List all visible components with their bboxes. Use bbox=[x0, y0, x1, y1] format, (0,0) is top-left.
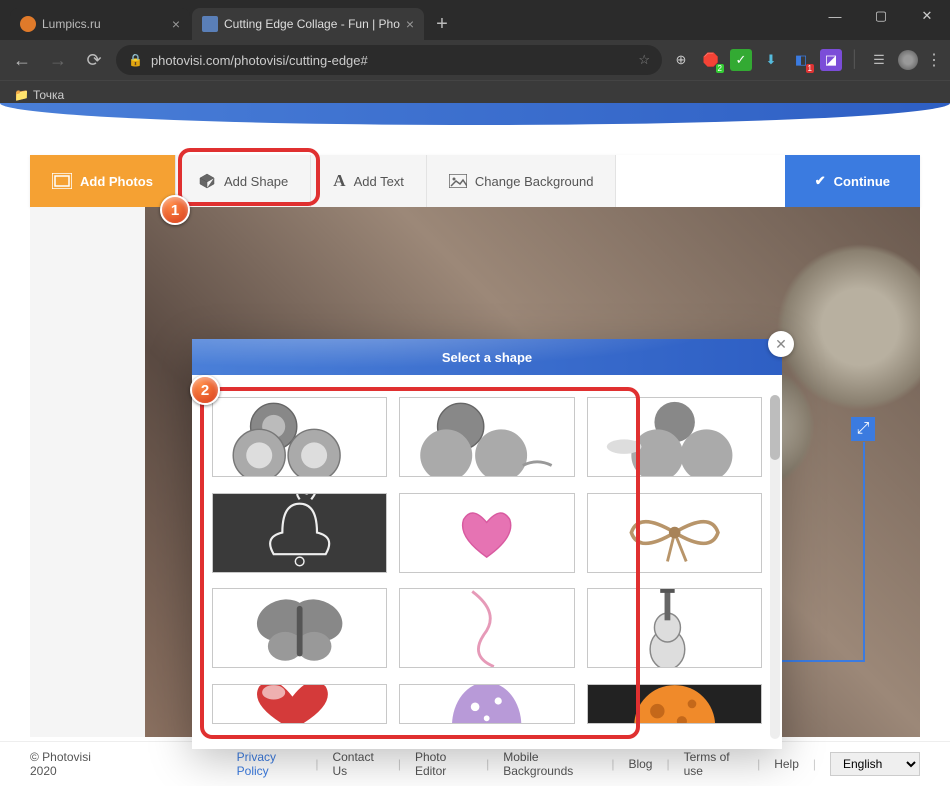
extension-check-icon[interactable]: ✓ bbox=[730, 49, 752, 71]
minimize-button[interactable]: — bbox=[812, 0, 858, 32]
reload-button[interactable]: ⟳ bbox=[80, 50, 108, 71]
shape-swirl[interactable] bbox=[399, 588, 574, 668]
address-bar[interactable]: 🔒 photovisi.com/photovisi/cutting-edge# … bbox=[116, 45, 662, 75]
editor-link[interactable]: Photo Editor bbox=[415, 750, 472, 778]
shape-guitar[interactable] bbox=[587, 588, 762, 668]
photos-icon bbox=[52, 173, 72, 189]
dialog-title: Select a shape bbox=[442, 350, 532, 365]
text-icon: A bbox=[333, 171, 345, 191]
select-shape-dialog: Select a shape bbox=[192, 339, 782, 749]
shape-grid bbox=[212, 397, 762, 727]
bookmark-tochka[interactable]: 📁 Точка bbox=[14, 88, 64, 102]
tab-title: Lumpics.ru bbox=[42, 17, 101, 31]
dialog-header: Select a shape bbox=[192, 339, 782, 375]
add-photos-button[interactable]: Add Photos bbox=[30, 155, 176, 207]
add-text-button[interactable]: A Add Text bbox=[311, 155, 427, 207]
tab-title: Cutting Edge Collage - Fun | Pho bbox=[224, 17, 400, 31]
language-select[interactable]: English bbox=[830, 752, 920, 776]
favicon-icon bbox=[202, 16, 218, 32]
extension-download-icon[interactable]: ⬇ bbox=[760, 49, 782, 71]
button-label: Add Text bbox=[354, 174, 404, 189]
shape-gears-1[interactable] bbox=[212, 397, 387, 477]
button-label: Continue bbox=[834, 174, 890, 189]
continue-button[interactable]: ✔ Continue bbox=[785, 155, 920, 207]
favicon-icon bbox=[20, 16, 36, 32]
privacy-link[interactable]: Privacy Policy bbox=[237, 750, 302, 778]
button-label: Add Shape bbox=[224, 174, 288, 189]
shape-egg[interactable] bbox=[399, 684, 574, 724]
shape-bow[interactable] bbox=[587, 493, 762, 573]
back-button[interactable]: ← bbox=[8, 50, 36, 71]
shape-gears-3[interactable] bbox=[587, 397, 762, 477]
button-label: Add Photos bbox=[80, 174, 153, 189]
shape-gears-2[interactable] bbox=[399, 397, 574, 477]
profile-avatar[interactable] bbox=[898, 50, 918, 70]
star-icon[interactable]: ☆ bbox=[638, 52, 650, 68]
header-wave bbox=[0, 103, 950, 125]
change-background-button[interactable]: Change Background bbox=[427, 155, 617, 207]
scrollbar-thumb[interactable] bbox=[770, 395, 780, 460]
extension-cube-icon[interactable]: ◧1 bbox=[790, 49, 812, 71]
callout-1: 1 bbox=[160, 195, 190, 225]
reading-list-icon[interactable]: ☰ bbox=[868, 49, 890, 71]
folder-icon: 📁 bbox=[14, 88, 29, 102]
tab-lumpics[interactable]: Lumpics.ru × bbox=[10, 8, 190, 40]
help-link[interactable]: Help bbox=[774, 757, 799, 771]
dialog-close-button[interactable]: ✕ bbox=[768, 331, 794, 357]
menu-button[interactable]: ⋮ bbox=[926, 50, 942, 70]
extension-adblock-icon[interactable]: 🛑2 bbox=[700, 49, 722, 71]
cube-icon bbox=[198, 172, 216, 190]
shape-heart-pink[interactable] bbox=[399, 493, 574, 573]
new-tab-button[interactable]: + bbox=[426, 13, 458, 36]
shape-bell[interactable] bbox=[212, 493, 387, 573]
sidebar-strip bbox=[30, 207, 145, 737]
terms-link[interactable]: Terms of use bbox=[684, 750, 743, 778]
shape-butterfly[interactable] bbox=[212, 588, 387, 668]
bookmark-label: Точка bbox=[33, 88, 64, 102]
mobile-link[interactable]: Mobile Backgrounds bbox=[503, 750, 597, 778]
forward-button: → bbox=[44, 50, 72, 71]
resize-handle[interactable]: ⤢ bbox=[851, 417, 875, 441]
callout-2: 2 bbox=[190, 375, 220, 405]
extension-purple-icon[interactable]: ◪ bbox=[820, 49, 842, 71]
close-icon[interactable]: × bbox=[406, 16, 414, 32]
shape-heart-red[interactable] bbox=[212, 684, 387, 724]
scrollbar[interactable] bbox=[770, 395, 780, 739]
tab-photovisi[interactable]: Cutting Edge Collage - Fun | Pho × bbox=[192, 8, 424, 40]
close-icon[interactable]: × bbox=[172, 16, 180, 32]
extension-plus-icon[interactable]: ⊕ bbox=[670, 49, 692, 71]
add-shape-button[interactable]: Add Shape bbox=[176, 155, 311, 207]
maximize-button[interactable]: ▢ bbox=[858, 0, 904, 32]
image-icon bbox=[449, 174, 467, 188]
button-label: Change Background bbox=[475, 174, 594, 189]
contact-link[interactable]: Contact Us bbox=[332, 750, 383, 778]
shape-planet[interactable] bbox=[587, 684, 762, 724]
lock-icon: 🔒 bbox=[128, 53, 143, 67]
copyright: © Photovisi 2020 bbox=[30, 750, 109, 778]
check-icon: ✔ bbox=[815, 173, 826, 189]
close-window-button[interactable]: ✕ bbox=[904, 0, 950, 32]
blog-link[interactable]: Blog bbox=[628, 757, 652, 771]
url-text: photovisi.com/photovisi/cutting-edge# bbox=[151, 53, 368, 68]
